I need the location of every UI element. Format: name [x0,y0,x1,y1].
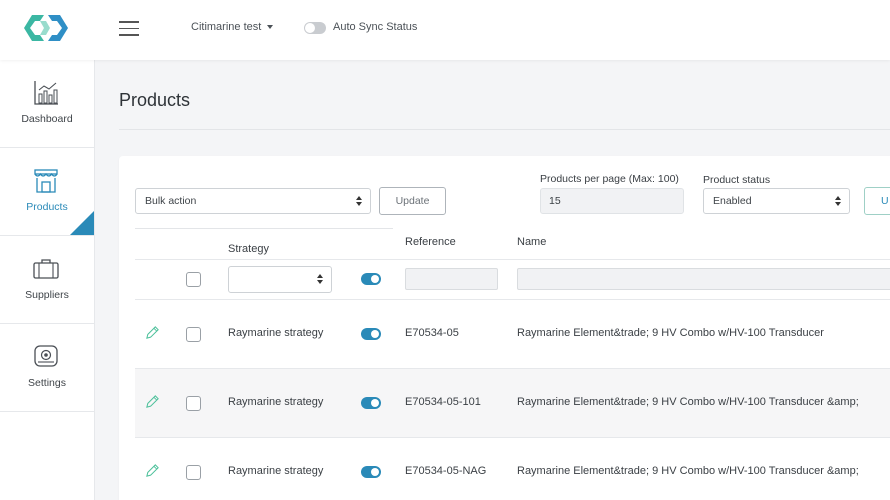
auto-sync-label: Auto Sync Status [333,21,418,33]
sidebar-item-settings[interactable]: Settings [0,324,94,412]
enabled-filter-toggle[interactable] [361,273,381,285]
column-header-strategy[interactable]: Strategy [228,243,269,255]
row-enabled-toggle[interactable] [361,397,381,409]
reference-filter-input[interactable] [405,268,498,290]
row-enabled-toggle[interactable] [361,328,381,340]
row-strategy: Raymarine strategy [228,396,324,408]
row-reference: E70534-05-101 [405,396,481,408]
filter-row-divider [135,259,890,260]
page-title: Products [119,90,191,110]
sidebar-item-label: Settings [28,377,66,389]
sidebar-item-dashboard[interactable]: Dashboard [0,60,94,148]
store-icon [34,169,58,193]
product-status-value: Enabled [713,195,752,207]
per-page-label: Products per page (Max: 100) [540,173,679,185]
per-page-input[interactable]: 15 [540,188,684,214]
caret-down-icon [267,25,274,30]
briefcase-icon [33,259,59,279]
row-name: Raymarine Element&trade; 9 HV Combo w/HV… [517,465,859,477]
row-reference: E70534-05-NAG [405,465,487,477]
edit-pencil-icon[interactable] [145,394,160,409]
row-checkbox[interactable] [186,465,201,480]
row-strategy: Raymarine strategy [228,465,324,477]
update-button[interactable]: Update [379,187,446,215]
sidebar-item-products[interactable]: Products [0,148,94,236]
edit-pencil-icon[interactable] [145,325,160,340]
active-indicator [70,211,94,235]
menu-toggle-icon[interactable] [119,21,139,37]
top-header: Citimarine test Auto Sync Status [0,0,890,60]
sidebar: Dashboard Products Suppliers Settings [0,60,95,500]
row-checkbox[interactable] [186,396,201,411]
product-status-label: Product status [703,174,771,186]
select-arrows-icon [835,196,841,208]
sidebar-item-label: Dashboard [21,113,73,125]
apply-filter-button[interactable]: U [864,187,890,215]
select-all-checkbox[interactable] [186,272,201,287]
header-divider [135,228,393,229]
name-filter-input[interactable] [517,268,890,290]
table-row: Raymarine strategy E70534-05-NAG Raymari… [135,437,890,500]
strategy-filter-select[interactable] [228,266,332,293]
table-row: Raymarine strategy E70534-05 Raymarine E… [135,299,890,368]
title-divider [119,129,890,130]
sidebar-item-suppliers[interactable]: Suppliers [0,236,94,324]
row-name: Raymarine Element&trade; 9 HV Combo w/HV… [517,396,859,408]
product-status-select[interactable]: Enabled [703,188,850,214]
sidebar-item-label: Suppliers [25,289,69,301]
products-card: Bulk action Update Products per page (Ma… [119,156,890,500]
company-selector[interactable]: Citimarine test [191,21,274,33]
row-reference: E70534-05 [405,327,459,339]
select-arrows-icon [356,196,362,208]
select-arrows-icon [317,274,323,286]
company-name: Citimarine test [191,21,262,33]
app-logo[interactable] [22,12,70,44]
row-strategy: Raymarine strategy [228,327,324,339]
row-checkbox[interactable] [186,327,201,342]
row-enabled-toggle[interactable] [361,466,381,478]
row-name: Raymarine Element&trade; 9 HV Combo w/HV… [517,327,824,339]
gear-box-icon [34,345,58,367]
column-header-reference[interactable]: Reference [405,236,456,248]
bulk-action-value: Bulk action [145,195,197,207]
table-row: Raymarine strategy E70534-05-101 Raymari… [135,368,890,437]
auto-sync-toggle[interactable] [304,22,326,34]
column-header-name[interactable]: Name [517,236,546,248]
chart-icon [34,81,58,105]
edit-pencil-icon[interactable] [145,463,160,478]
bulk-action-select[interactable]: Bulk action [135,188,371,214]
